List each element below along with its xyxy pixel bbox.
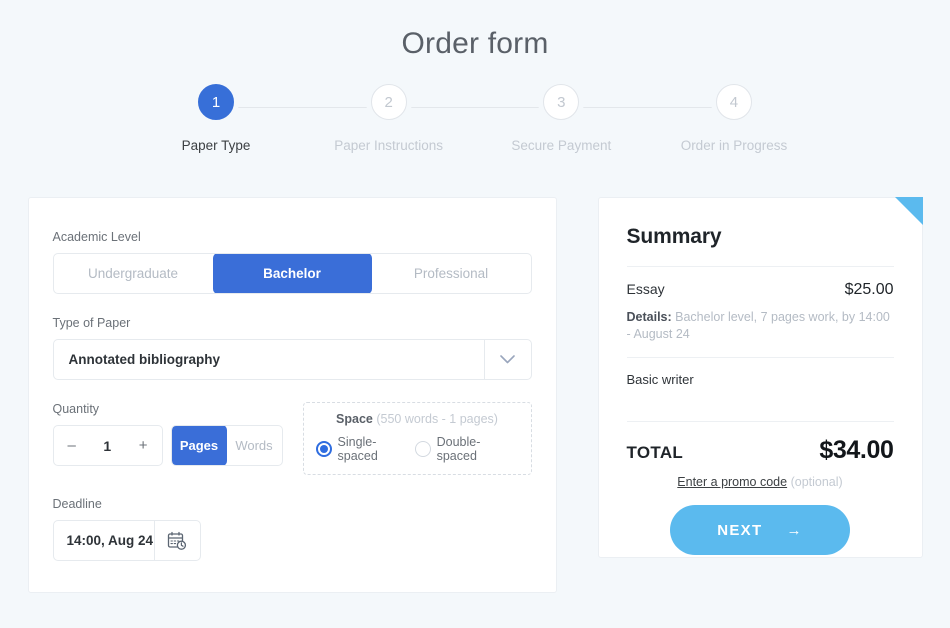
quantity-stepper[interactable]: – 1 + — [52, 425, 163, 466]
space-title: Space (550 words - 1 pages) — [314, 412, 521, 426]
arrow-right-icon: → — [786, 521, 803, 539]
space-option-double-spaced-label: Double-spaced — [436, 435, 481, 463]
promo-code-link[interactable]: Enter a promo code — [677, 475, 787, 489]
quantity-space-row: Quantity – 1 + Pages Words Space (550 wo… — [52, 402, 532, 475]
deadline-label: Deadline — [52, 497, 102, 511]
step-3-circle: 3 — [543, 84, 580, 120]
type-of-paper-value[interactable]: Annotated bibliography — [54, 340, 484, 379]
next-button-label: NEXT — [717, 521, 763, 539]
type-of-paper-label: Type of Paper — [52, 316, 131, 330]
space-option-single-spaced[interactable]: Single-spaced — [315, 435, 415, 463]
step-1-label: Paper Type — [181, 138, 251, 153]
space-hint: (550 words - 1 pages) — [376, 412, 498, 426]
quantity-decrement-button[interactable]: – — [68, 438, 76, 453]
summary-details-label: Details: — [626, 310, 672, 324]
order-summary-card: Summary Essay $25.00 Details: Bachelor l… — [597, 197, 923, 558]
step-2-circle: 2 — [370, 84, 407, 120]
step-4-circle: 4 — [715, 84, 752, 120]
quantity-field: Quantity – 1 + Pages Words — [52, 402, 283, 466]
unit-option-words[interactable]: Words — [227, 426, 282, 465]
academic-level-label: Academic Level — [52, 230, 141, 244]
summary-item-name: Essay — [626, 281, 665, 297]
summary-total-value: $34.00 — [819, 436, 894, 464]
quantity-unit-toggle[interactable]: Pages Words — [170, 425, 283, 466]
step-2-label: Paper Instructions — [334, 138, 444, 153]
step-2-paper-instructions[interactable]: 2 Paper Instructions — [318, 84, 460, 153]
type-of-paper-field: Type of Paper Annotated bibliography — [52, 316, 532, 380]
academic-level-option-undergraduate[interactable]: Undergraduate — [54, 254, 213, 293]
academic-level-option-bachelor[interactable]: Bachelor — [212, 254, 372, 293]
quantity-increment-button[interactable]: + — [139, 438, 148, 453]
summary-divider-middle — [626, 357, 894, 358]
promo-code-row: Enter a promo code (optional) — [627, 475, 894, 489]
academic-level-segmented-control[interactable]: Undergraduate Bachelor Professional — [52, 253, 532, 294]
order-form-content: Academic Level Undergraduate Bachelor Pr… — [0, 197, 950, 593]
step-1-paper-type[interactable]: 1 Paper Type — [145, 84, 287, 153]
space-option-single-spaced-label: Single-spaced — [337, 435, 378, 463]
deadline-value[interactable]: 14:00, Aug 24 — [54, 521, 154, 560]
space-field: Space (550 words - 1 pages) Single-space… — [302, 402, 532, 475]
academic-level-field: Academic Level Undergraduate Bachelor Pr… — [52, 230, 532, 294]
academic-level-option-professional[interactable]: Professional — [372, 254, 531, 293]
page-title: Order form — [401, 27, 549, 60]
step-3-secure-payment[interactable]: 3 Secure Payment — [490, 84, 632, 153]
step-3-label: Secure Payment — [511, 138, 612, 153]
summary-divider-top — [626, 266, 894, 267]
promo-code-optional: (optional) — [790, 475, 843, 489]
quantity-label: Quantity — [52, 402, 100, 416]
space-option-double-spaced[interactable]: Double-spaced — [414, 435, 519, 463]
summary-total-label: TOTAL — [626, 443, 684, 462]
progress-stepper: 1 Paper Type 2 Paper Instructions 3 Secu… — [145, 84, 805, 160]
space-title-text: Space — [336, 412, 373, 426]
corner-fold-decoration — [894, 197, 923, 225]
type-of-paper-select[interactable]: Annotated bibliography — [52, 339, 532, 380]
step-4-order-in-progress[interactable]: 4 Order in Progress — [663, 84, 805, 153]
next-button[interactable]: NEXT → — [670, 505, 850, 555]
calendar-clock-icon[interactable] — [153, 521, 200, 560]
summary-writer: Basic writer — [626, 372, 694, 387]
step-4-label: Order in Progress — [680, 138, 788, 153]
summary-details: Details: Bachelor level, 7 pages work, b… — [627, 309, 894, 343]
summary-divider-bottom — [626, 421, 894, 422]
paper-type-form-card: Academic Level Undergraduate Bachelor Pr… — [27, 197, 557, 593]
radio-icon-double-spaced — [414, 441, 431, 457]
quantity-value: 1 — [103, 437, 112, 454]
chevron-down-icon[interactable] — [483, 340, 531, 379]
deadline-input[interactable]: 14:00, Aug 24 — [52, 520, 201, 561]
summary-line-item: Essay $25.00 — [627, 281, 894, 299]
summary-title: Summary — [626, 225, 722, 248]
summary-total-row: TOTAL $34.00 — [627, 436, 894, 465]
deadline-field: Deadline 14:00, Aug 24 — [52, 497, 532, 561]
radio-icon-single-spaced — [315, 441, 332, 457]
summary-item-price: $25.00 — [844, 281, 894, 298]
step-1-circle: 1 — [198, 84, 234, 120]
unit-option-pages[interactable]: Pages — [171, 426, 227, 465]
